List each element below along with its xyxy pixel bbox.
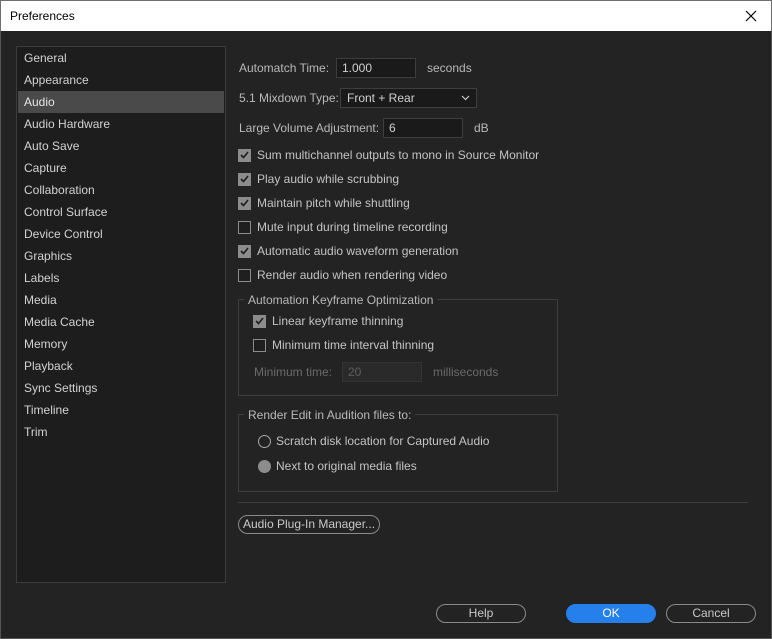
- sidebar-item-audio[interactable]: Audio: [18, 91, 224, 113]
- sidebar-item-general[interactable]: General: [18, 47, 224, 69]
- checkmark-icon: [238, 244, 251, 258]
- automatch-time-label: Automatch Time:: [239, 61, 330, 75]
- render-audition-title: Render Edit in Audition files to:: [244, 408, 416, 422]
- sidebar-item-appearance[interactable]: Appearance: [18, 69, 224, 91]
- close-icon: [745, 10, 757, 22]
- large-volume-input[interactable]: 6: [383, 118, 463, 138]
- next-to-original-radio[interactable]: Next to original media files: [258, 458, 417, 474]
- checkbox-box: [238, 268, 251, 282]
- min-interval-checkbox[interactable]: Minimum time interval thinning: [253, 337, 434, 353]
- audio-plugin-manager-button[interactable]: Audio Plug-In Manager...: [238, 515, 380, 534]
- render-audition-group: [238, 414, 558, 492]
- mute-input-label: Mute input during timeline recording: [257, 220, 448, 234]
- help-button[interactable]: Help: [436, 604, 526, 623]
- sidebar-item-device-control[interactable]: Device Control: [18, 223, 224, 245]
- close-button[interactable]: [731, 1, 771, 31]
- render-audio-checkbox[interactable]: Render audio when rendering video: [238, 267, 447, 283]
- scratch-disk-radio[interactable]: Scratch disk location for Captured Audio: [258, 433, 489, 449]
- mixdown-type-select[interactable]: Front + Rear: [340, 88, 477, 108]
- sidebar-item-control-surface[interactable]: Control Surface: [18, 201, 224, 223]
- sidebar-item-graphics[interactable]: Graphics: [18, 245, 224, 267]
- sidebar-item-media-cache[interactable]: Media Cache: [18, 311, 224, 333]
- sidebar-item-media[interactable]: Media: [18, 289, 224, 311]
- min-interval-label: Minimum time interval thinning: [272, 338, 435, 352]
- next-to-original-label: Next to original media files: [276, 459, 417, 473]
- radio-circle-selected: [258, 459, 271, 473]
- sidebar-item-sync-settings[interactable]: Sync Settings: [18, 377, 224, 399]
- sidebar-item-capture[interactable]: Capture: [18, 157, 224, 179]
- separator: [238, 502, 748, 503]
- checkmark-icon: [253, 314, 266, 328]
- preferences-sidebar: General Appearance Audio Audio Hardware …: [16, 46, 226, 583]
- cancel-button[interactable]: Cancel: [666, 604, 756, 623]
- sum-multichannel-label: Sum multichannel outputs to mono in Sour…: [257, 148, 540, 162]
- ok-button[interactable]: OK: [566, 604, 656, 623]
- radio-circle: [258, 434, 271, 448]
- sidebar-item-timeline[interactable]: Timeline: [18, 399, 224, 421]
- mixdown-type-value: Front + Rear: [347, 91, 415, 105]
- sidebar-item-labels[interactable]: Labels: [18, 267, 224, 289]
- auto-waveform-checkbox[interactable]: Automatic audio waveform generation: [238, 243, 458, 259]
- sidebar-item-trim[interactable]: Trim: [18, 421, 224, 443]
- sidebar-item-collaboration[interactable]: Collaboration: [18, 179, 224, 201]
- auto-waveform-label: Automatic audio waveform generation: [257, 244, 459, 258]
- min-time-label: Minimum time:: [254, 365, 333, 379]
- keyframe-optimization-title: Automation Keyframe Optimization: [244, 293, 438, 307]
- sidebar-item-memory[interactable]: Memory: [18, 333, 224, 355]
- checkmark-icon: [238, 172, 251, 186]
- mute-input-checkbox[interactable]: Mute input during timeline recording: [238, 219, 448, 235]
- automatch-time-input[interactable]: 1.000: [336, 58, 416, 78]
- scratch-disk-label: Scratch disk location for Captured Audio: [276, 434, 490, 448]
- min-time-input[interactable]: 20: [342, 362, 422, 382]
- checkmark-icon: [238, 196, 251, 210]
- sidebar-item-auto-save[interactable]: Auto Save: [18, 135, 224, 157]
- checkbox-box: [238, 220, 251, 234]
- title-bar: Preferences: [0, 0, 772, 31]
- window-title: Preferences: [10, 9, 75, 23]
- render-audio-label: Render audio when rendering video: [257, 268, 448, 282]
- maintain-pitch-label: Maintain pitch while shuttling: [257, 196, 410, 210]
- checkmark-icon: [238, 148, 251, 162]
- mixdown-type-label: 5.1 Mixdown Type:: [239, 91, 339, 105]
- linear-keyframe-label: Linear keyframe thinning: [272, 314, 404, 328]
- sidebar-item-playback[interactable]: Playback: [18, 355, 224, 377]
- large-volume-unit: dB: [474, 121, 489, 135]
- sidebar-item-audio-hardware[interactable]: Audio Hardware: [18, 113, 224, 135]
- large-volume-label: Large Volume Adjustment:: [239, 121, 380, 135]
- linear-keyframe-checkbox[interactable]: Linear keyframe thinning: [253, 313, 403, 329]
- play-audio-scrubbing-checkbox[interactable]: Play audio while scrubbing: [238, 171, 399, 187]
- automatch-time-unit: seconds: [427, 61, 472, 75]
- min-time-unit: milliseconds: [433, 365, 499, 379]
- maintain-pitch-checkbox[interactable]: Maintain pitch while shuttling: [238, 195, 410, 211]
- checkbox-box: [253, 338, 266, 352]
- sum-multichannel-checkbox[interactable]: Sum multichannel outputs to mono in Sour…: [238, 147, 539, 163]
- play-audio-scrubbing-label: Play audio while scrubbing: [257, 172, 400, 186]
- chevron-down-icon: [461, 95, 470, 101]
